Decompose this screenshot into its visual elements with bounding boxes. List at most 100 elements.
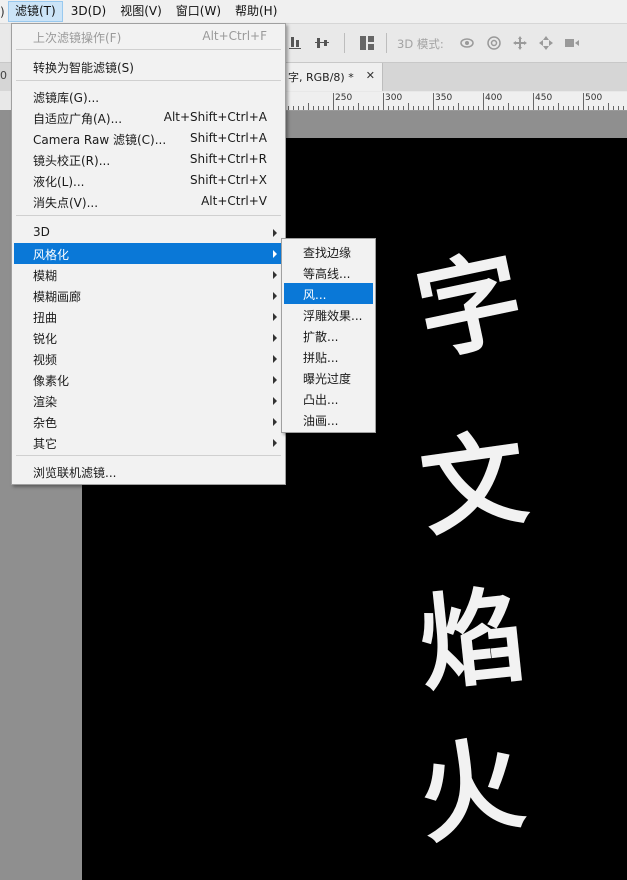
ruler-tick xyxy=(573,106,574,110)
ruler-tick xyxy=(378,106,379,110)
submenu-arrow-icon xyxy=(273,355,277,363)
menu-item-camera-raw[interactable]: Camera Raw 滤镜(C)... Shift+Ctrl+A xyxy=(14,128,283,149)
menu-item-browse-online-filters[interactable]: 浏览联机滤镜... xyxy=(14,461,283,482)
ruler-tick xyxy=(568,106,569,110)
ruler-tick xyxy=(418,106,419,110)
mode-3d-label: 3D 模式: xyxy=(397,37,444,51)
submenu-item-tiles[interactable]: 拼贴... xyxy=(284,346,373,367)
ruler-tick xyxy=(383,93,384,110)
submenu-item-wind[interactable]: 风... xyxy=(284,283,373,304)
document-tab-title: 字, RGB/8) * xyxy=(288,71,354,84)
previous-tab-fragment[interactable]: 0 xyxy=(0,69,7,82)
menu-bar-edge: ) xyxy=(0,4,5,19)
menu-item-3d[interactable]: 3D xyxy=(14,222,283,243)
menu-filter[interactable]: 滤镜(T) xyxy=(8,1,63,22)
distribute-icon[interactable] xyxy=(314,35,330,51)
ruler-tick xyxy=(463,106,464,110)
ruler-tick xyxy=(578,106,579,110)
options-separator xyxy=(344,33,345,53)
ruler-tick xyxy=(423,106,424,110)
ruler-tick xyxy=(598,106,599,110)
roll-3d-icon[interactable] xyxy=(486,35,502,51)
menu-view[interactable]: 视图(V) xyxy=(114,1,168,22)
menu-item-liquify[interactable]: 液化(L)... Shift+Ctrl+X xyxy=(14,170,283,191)
submenu-item-solarize[interactable]: 曝光过度 xyxy=(284,367,373,388)
ruler-tick xyxy=(298,106,299,110)
ruler-tick xyxy=(613,106,614,110)
menu-separator xyxy=(16,49,281,50)
menu-item-lens-correction[interactable]: 镜头校正(R)... Shift+Ctrl+R xyxy=(14,149,283,170)
submenu-item-extrude[interactable]: 凸出... xyxy=(284,388,373,409)
submenu-item-diffuse[interactable]: 扩散... xyxy=(284,325,373,346)
menu-item-pixelate[interactable]: 像素化 xyxy=(14,369,283,390)
menu-item-video[interactable]: 视频 xyxy=(14,348,283,369)
menu-separator xyxy=(16,215,281,216)
ruler-tick xyxy=(518,106,519,110)
ruler-label: 300 xyxy=(385,93,403,103)
submenu-arrow-icon xyxy=(273,376,277,384)
ruler-tick xyxy=(453,106,454,110)
slide-3d-icon[interactable] xyxy=(538,35,554,51)
menu-item-noise[interactable]: 杂色 xyxy=(14,411,283,432)
submenu-item-oil-paint[interactable]: 油画... xyxy=(284,409,373,430)
scale-3d-icon[interactable] xyxy=(564,35,580,51)
submenu-item-contour[interactable]: 等高线... xyxy=(284,262,373,283)
rotate-3d-icon[interactable] xyxy=(459,35,475,51)
ruler-tick xyxy=(398,106,399,110)
menu-3d[interactable]: 3D(D) xyxy=(65,1,112,22)
ruler-tick xyxy=(558,103,559,110)
close-tab-icon[interactable]: ✕ xyxy=(366,69,375,82)
menu-help[interactable]: 帮助(H) xyxy=(229,1,283,22)
ruler-label: 350 xyxy=(435,93,453,103)
canvas-character: 火 xyxy=(408,719,532,860)
canvas-character: 文 xyxy=(413,415,534,552)
ruler-tick xyxy=(438,106,439,110)
canvas-character: 字 xyxy=(406,234,534,377)
auto-align-icon[interactable] xyxy=(359,35,375,51)
ruler-tick xyxy=(343,106,344,110)
ruler-tick xyxy=(328,106,329,110)
menu-window[interactable]: 窗口(W) xyxy=(170,1,227,22)
menu-item-sharpen[interactable]: 锐化 xyxy=(14,327,283,348)
ruler-tick xyxy=(388,106,389,110)
ruler-tick xyxy=(323,106,324,110)
ruler-tick xyxy=(513,106,514,110)
ruler-tick xyxy=(313,106,314,110)
ruler-tick xyxy=(403,106,404,110)
submenu-item-find-edges[interactable]: 查找边缘 xyxy=(284,241,373,262)
ruler-tick xyxy=(478,106,479,110)
ruler-tick xyxy=(603,106,604,110)
menu-item-vanishing-point[interactable]: 消失点(V)... Alt+Ctrl+V xyxy=(14,191,283,212)
ruler-tick xyxy=(288,106,289,110)
ruler-tick xyxy=(523,106,524,110)
submenu-arrow-icon xyxy=(273,250,277,258)
menu-item-convert-smart-filter[interactable]: 转换为智能滤镜(S) xyxy=(14,56,283,77)
ruler-tick xyxy=(588,106,589,110)
menu-item-distort[interactable]: 扭曲 xyxy=(14,306,283,327)
ruler-tick xyxy=(623,106,624,110)
menu-separator xyxy=(16,455,281,456)
filter-menu: 上次滤镜操作(F) Alt+Ctrl+F 转换为智能滤镜(S) 滤镜库(G)..… xyxy=(11,23,286,485)
ruler-tick xyxy=(393,106,394,110)
ruler-label: 250 xyxy=(335,93,353,103)
menu-item-stylize[interactable]: 风格化 xyxy=(14,243,283,264)
ruler-tick xyxy=(338,106,339,110)
ruler-tick xyxy=(348,106,349,110)
menu-item-filter-gallery[interactable]: 滤镜库(G)... xyxy=(14,86,283,107)
menu-item-blur-gallery[interactable]: 模糊画廊 xyxy=(14,285,283,306)
menu-item-blur[interactable]: 模糊 xyxy=(14,264,283,285)
submenu-arrow-icon xyxy=(273,292,277,300)
drag-3d-icon[interactable] xyxy=(512,35,528,51)
menu-bar: ) 滤镜(T) 3D(D) 视图(V) 窗口(W) 帮助(H) xyxy=(0,0,627,24)
submenu-arrow-icon xyxy=(273,418,277,426)
document-tab[interactable]: 字, RGB/8) * ✕ xyxy=(283,63,383,91)
menu-item-render[interactable]: 渲染 xyxy=(14,390,283,411)
ruler-tick xyxy=(428,106,429,110)
submenu-arrow-icon xyxy=(273,334,277,342)
submenu-item-emboss[interactable]: 浮雕效果... xyxy=(284,304,373,325)
horizontal-ruler: 250 300 350 400 450 500 xyxy=(285,92,627,111)
ruler-label: 400 xyxy=(485,93,503,103)
menu-item-adaptive-wide-angle[interactable]: 自适应广角(A)... Alt+Shift+Ctrl+A xyxy=(14,107,283,128)
align-bottom-icon[interactable] xyxy=(289,35,305,51)
menu-item-other[interactable]: 其它 xyxy=(14,432,283,453)
